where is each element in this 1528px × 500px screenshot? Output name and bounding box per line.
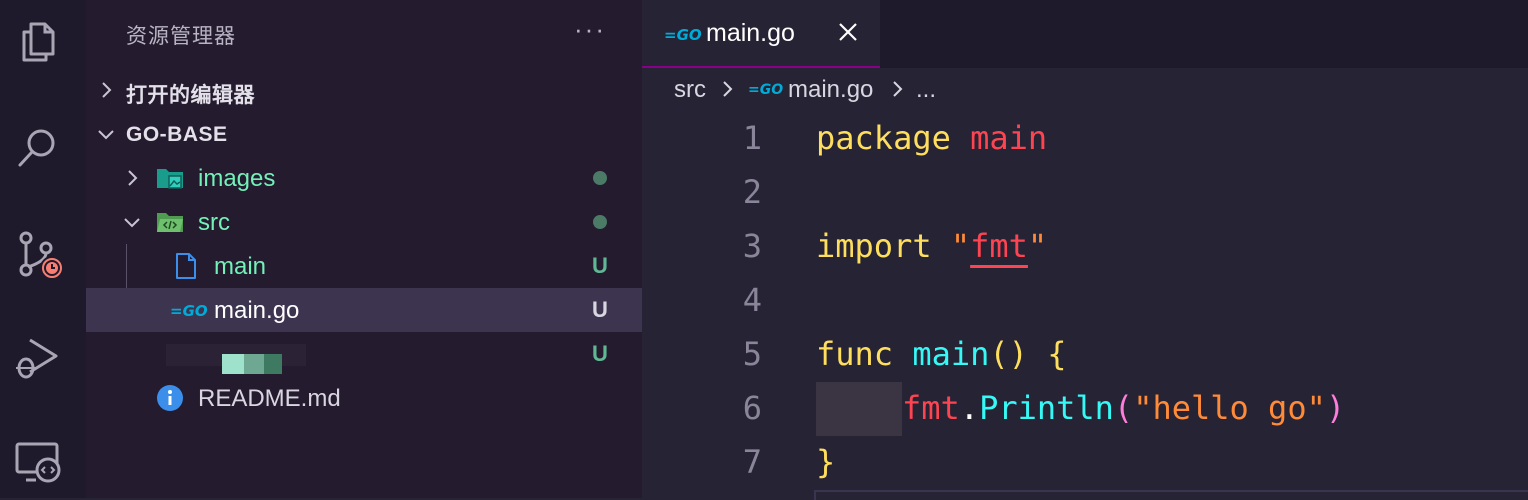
close-icon[interactable] <box>836 20 860 44</box>
search-icon[interactable] <box>14 124 62 172</box>
open-editors-label: 打开的编辑器 <box>126 84 255 107</box>
project-section[interactable]: GO-BASE <box>86 112 642 156</box>
go-file-icon: =GO <box>170 302 208 320</box>
string-quote: " <box>950 227 971 265</box>
activity-bar <box>0 0 86 498</box>
tree-item-label: images <box>198 165 276 192</box>
code-line-6[interactable]: fmt.Println("hello go") <box>902 389 1345 427</box>
tree-item-redacted[interactable]: U <box>86 332 642 376</box>
line-number: 4 <box>742 281 762 319</box>
line-number: 6 <box>742 389 762 427</box>
code-line-3[interactable]: import "fmt" <box>816 227 1047 265</box>
tree-item-label: src <box>198 209 230 236</box>
tree-item-main-go[interactable]: =GO main.go U <box>86 288 642 332</box>
remote-explorer-icon[interactable] <box>14 438 62 486</box>
source-control-icon[interactable] <box>14 230 64 280</box>
line-number: 5 <box>742 335 762 373</box>
breadcrumb-folder[interactable]: src <box>674 76 706 104</box>
tab-label: main.go <box>706 19 795 47</box>
source-folder-icon <box>156 208 184 236</box>
line-number: 7 <box>742 443 762 481</box>
tab-bar: =GO main.go <box>642 0 1528 68</box>
paren: ( <box>1113 389 1134 427</box>
breadcrumb-symbols[interactable]: ... <box>916 76 936 104</box>
open-editors-section[interactable]: 打开的编辑器 <box>86 68 642 112</box>
project-label: GO-BASE <box>126 123 228 146</box>
modified-dot <box>593 215 607 229</box>
parens: () <box>989 335 1028 373</box>
tab-main-go[interactable]: =GO main.go <box>642 0 880 68</box>
file-icon <box>172 252 200 280</box>
code-line-5[interactable]: func main() { <box>816 335 1066 373</box>
tree-item-src[interactable]: src <box>86 200 642 244</box>
brace: } <box>816 443 836 481</box>
keyword: package <box>816 119 951 157</box>
keyword: func <box>816 335 894 373</box>
keyword: import <box>816 227 932 265</box>
chevron-down-icon <box>96 124 116 144</box>
untracked-badge: U <box>592 253 608 278</box>
line-number: 2 <box>742 173 762 211</box>
import-path: fmt <box>970 227 1028 265</box>
function-name: main <box>912 335 990 373</box>
indent-highlight <box>816 382 902 436</box>
run-debug-icon[interactable] <box>14 334 62 382</box>
info-icon <box>156 384 184 412</box>
current-line-highlight <box>814 490 1528 500</box>
line-number: 3 <box>742 227 762 265</box>
files-icon[interactable] <box>14 18 62 66</box>
go-file-icon: =GO <box>664 26 702 44</box>
untracked-badge: U <box>592 341 608 366</box>
string-literal: "hello go" <box>1133 389 1326 427</box>
chevron-right-icon <box>720 78 736 106</box>
image-folder-icon <box>156 164 184 192</box>
redacted-block <box>222 354 244 374</box>
untracked-badge: U <box>592 297 608 322</box>
tree-item-label: main.go <box>214 297 300 324</box>
go-file-icon: =GO <box>748 82 784 98</box>
package-ref: fmt <box>902 389 960 427</box>
tree-item-main[interactable]: main U <box>86 244 642 288</box>
editor-area: =GO main.go src =GO main.go ... 1 2 3 4 … <box>642 0 1528 500</box>
tree-item-images[interactable]: images <box>86 156 642 200</box>
tree-item-readme[interactable]: README.md <box>86 376 642 420</box>
string-quote: " <box>1027 227 1048 265</box>
redacted-block <box>244 354 264 374</box>
sidebar-title: 资源管理器 <box>126 25 236 48</box>
code-line-7[interactable]: } <box>816 443 835 481</box>
tree-item-label: main <box>214 253 267 280</box>
brace: { <box>1047 335 1067 373</box>
chevron-right-icon <box>96 80 116 100</box>
explorer-sidebar: 资源管理器 ··· 打开的编辑器 GO-BASE images src main… <box>86 0 642 498</box>
chevron-right-icon <box>890 78 906 106</box>
dot: . <box>959 389 980 427</box>
paren: ) <box>1325 389 1346 427</box>
package-name: main <box>970 119 1048 157</box>
line-number: 1 <box>742 119 762 157</box>
code-line-1[interactable]: package main <box>816 119 1047 157</box>
tree-item-label: README.md <box>198 385 341 412</box>
more-actions-button[interactable]: ··· <box>574 14 606 45</box>
chevron-right-icon <box>122 168 142 188</box>
modified-dot <box>593 171 607 185</box>
breadcrumb-file[interactable]: main.go <box>788 76 873 104</box>
chevron-down-icon <box>122 212 142 232</box>
redacted-block <box>264 354 282 374</box>
function-call: Println <box>979 389 1114 427</box>
